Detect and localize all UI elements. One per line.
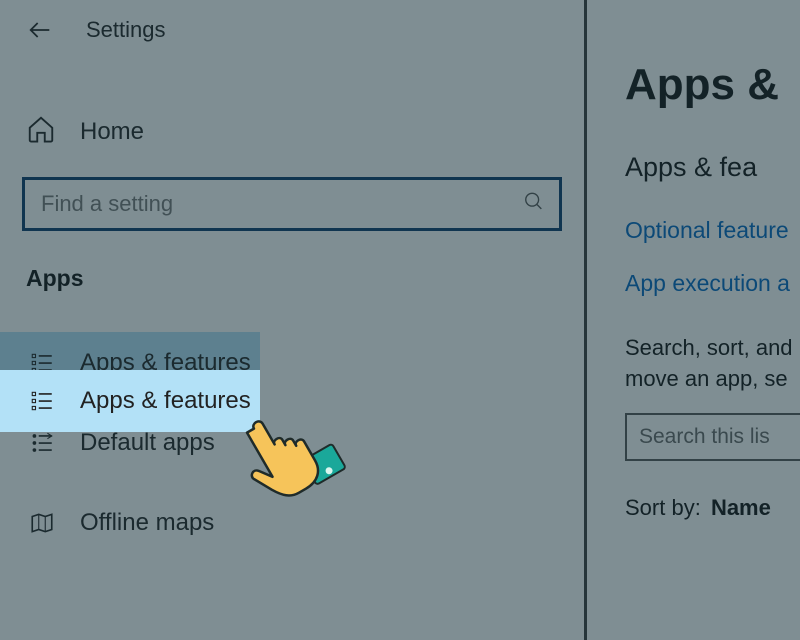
content-subheading: Apps & fea	[625, 152, 800, 183]
search-input[interactable]	[41, 191, 511, 217]
search-icon	[523, 191, 545, 218]
home-nav[interactable]: Home	[0, 114, 584, 149]
content-description: Search, sort, and move an app, se	[625, 333, 800, 395]
content-pane: Apps & Apps & fea Optional feature App e…	[584, 0, 800, 640]
nav-label: Default apps	[80, 429, 215, 457]
page-title: Settings	[86, 17, 166, 43]
nav-label: Offline maps	[80, 509, 214, 537]
apps-features-icon	[26, 388, 58, 414]
content-search-input[interactable]	[639, 425, 800, 449]
settings-window: Settings Home Apps Apps & features	[0, 0, 800, 640]
default-apps-icon	[26, 430, 58, 456]
arrow-left-icon	[26, 16, 54, 44]
sort-by[interactable]: Sort by: Name	[625, 495, 800, 521]
app-execution-link[interactable]: App execution a	[625, 270, 800, 297]
nav-item-offline-maps[interactable]: Offline maps	[0, 492, 584, 554]
content-search-box[interactable]	[625, 413, 800, 461]
offline-maps-icon	[26, 510, 58, 536]
section-heading: Apps	[26, 265, 584, 292]
optional-features-link[interactable]: Optional feature	[625, 217, 800, 244]
nav-list: Apps & features Default apps Offline map…	[0, 332, 584, 554]
highlighted-nav-item[interactable]: Apps & features	[0, 370, 260, 432]
search-box[interactable]	[22, 177, 562, 231]
sidebar: Settings Home Apps Apps & features	[0, 0, 584, 640]
content-heading: Apps &	[625, 60, 800, 110]
header-row: Settings	[0, 8, 584, 52]
home-icon	[26, 114, 56, 149]
nav-label: Apps & features	[80, 387, 251, 415]
back-button[interactable]	[22, 12, 58, 48]
search-container	[22, 177, 562, 231]
home-label: Home	[80, 118, 144, 146]
